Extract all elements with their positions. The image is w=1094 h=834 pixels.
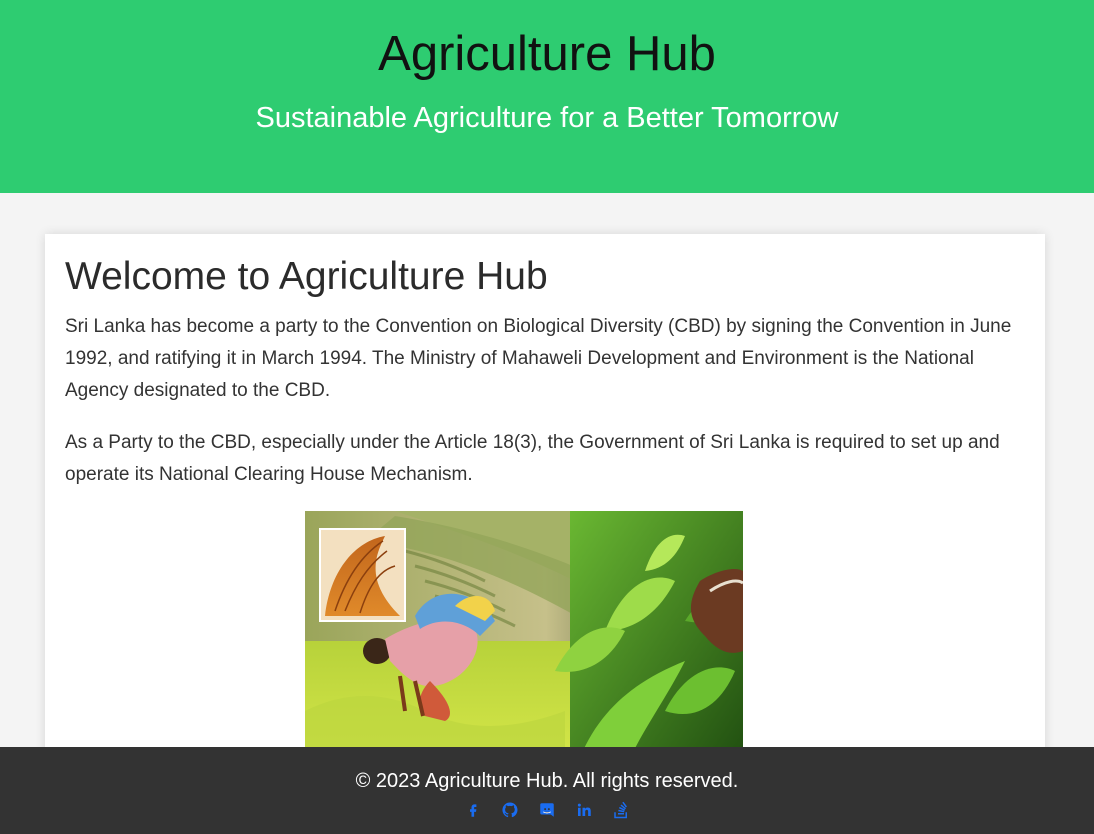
welcome-section: Welcome to Agriculture Hub Sri Lanka has…: [45, 234, 1045, 834]
site-title: Agriculture Hub: [378, 27, 716, 81]
stackoverflow-icon[interactable]: [612, 801, 630, 819]
site-footer: © 2023 Agriculture Hub. All rights reser…: [0, 747, 1094, 834]
discord-icon[interactable]: [538, 801, 556, 819]
linkedin-icon[interactable]: [575, 801, 593, 819]
facebook-icon[interactable]: [464, 801, 482, 819]
copyright-text: © 2023 Agriculture Hub. All rights reser…: [355, 770, 739, 792]
cbd-paragraph: As a Party to the CBD, especially under …: [65, 431, 1000, 485]
agriculture-collage-image: [305, 511, 743, 771]
section-heading: Welcome to Agriculture Hub: [65, 255, 548, 298]
intro-paragraph: Sri Lanka has become a party to the Conv…: [65, 315, 1012, 401]
site-header: Agriculture Hub Sustainable Agriculture …: [0, 0, 1094, 193]
site-subtitle: Sustainable Agriculture for a Better Tom…: [255, 102, 839, 134]
social-links: [0, 801, 1094, 819]
github-icon[interactable]: [501, 801, 519, 819]
